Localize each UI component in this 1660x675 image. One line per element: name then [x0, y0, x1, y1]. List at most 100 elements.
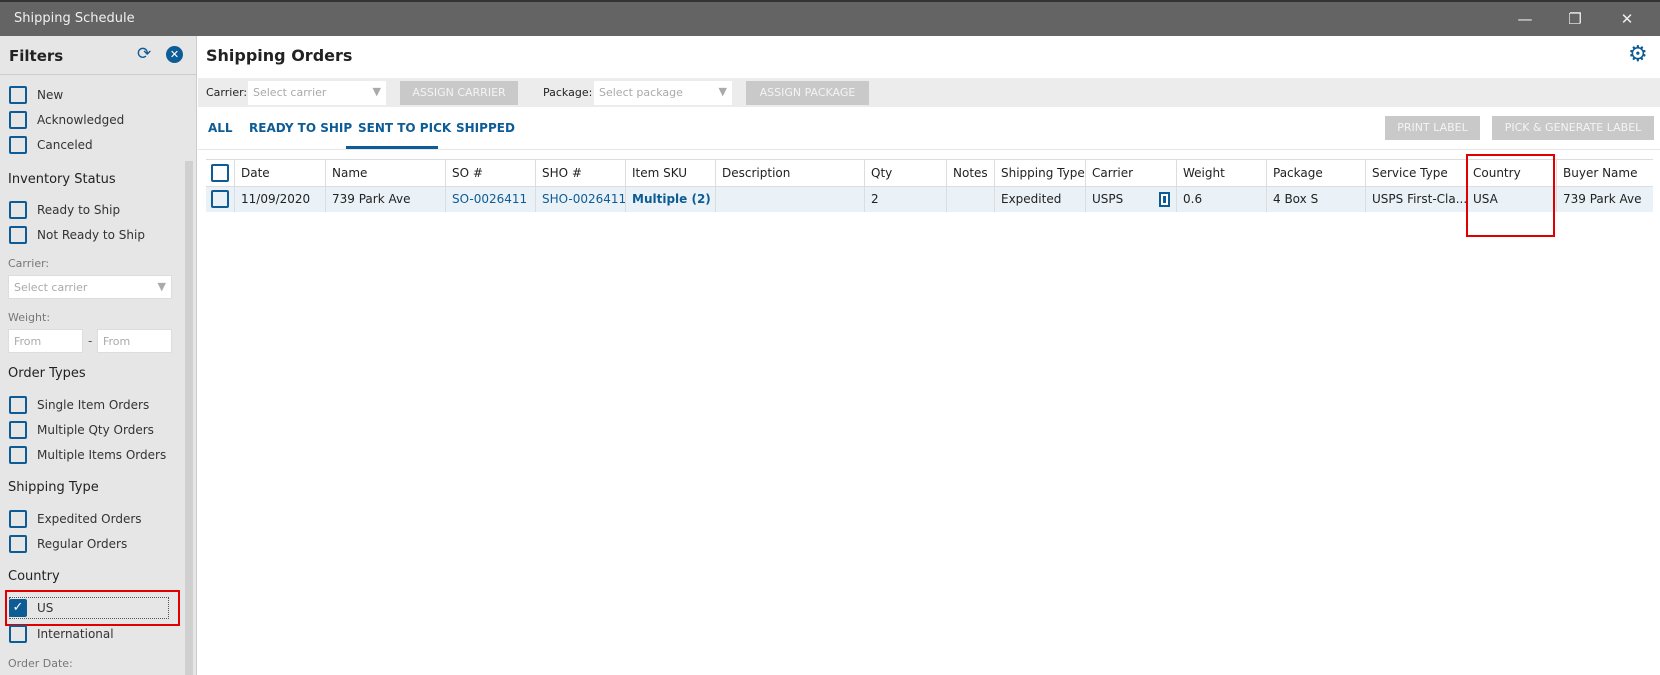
carrier-select[interactable]: Select carrier ▼ — [8, 275, 172, 299]
chevron-down-icon: ▼ — [157, 280, 166, 293]
assign-carrier-button[interactable]: ASSIGN CARRIER — [400, 81, 518, 105]
checkbox-expedited[interactable] — [9, 510, 27, 528]
cell-service-type: USPS First-Cla... — [1366, 187, 1467, 212]
column-header[interactable]: Item SKU — [626, 160, 716, 186]
page-title: Shipping Orders — [206, 46, 353, 65]
filter-label: US — [37, 601, 54, 615]
checkbox-canceled[interactable] — [9, 136, 27, 154]
order-date-label: Order Date: — [8, 657, 73, 670]
filter-label: Expedited Orders — [37, 512, 142, 526]
chevron-down-icon: ▼ — [372, 85, 381, 98]
checkbox-regular[interactable] — [9, 535, 27, 553]
tab-sent-to-pick[interactable]: SENT TO PICK — [358, 121, 451, 135]
filter-label: Ready to Ship — [37, 203, 121, 217]
gear-icon[interactable]: ⚙ — [1628, 42, 1648, 67]
carrier-label: Carrier: — [8, 257, 50, 270]
column-header[interactable]: Service Type — [1366, 160, 1467, 186]
checkbox-multiple-qty[interactable] — [9, 421, 27, 439]
tab-all[interactable]: ALL — [208, 121, 233, 135]
column-header[interactable]: Weight — [1177, 160, 1267, 186]
cell-package: 4 Box S — [1267, 187, 1366, 212]
column-header[interactable]: SO # — [446, 160, 536, 186]
minimize-button[interactable]: — — [1510, 10, 1540, 28]
weight-from-input[interactable]: From — [8, 329, 83, 353]
weight-label: Weight: — [8, 311, 51, 324]
carrier-placeholder: Select carrier — [253, 86, 327, 99]
so-link[interactable]: SO-0026411 — [446, 187, 536, 212]
section-title: Inventory Status — [8, 172, 116, 187]
column-header[interactable]: Notes — [947, 160, 995, 186]
cell-name: 739 Park Ave — [326, 187, 446, 212]
section-title: Order Types — [8, 366, 86, 381]
cell-shipping-type: Expedited — [995, 187, 1086, 212]
main-panel: Shipping Orders ⚙ Carrier: Select carrie… — [198, 36, 1660, 675]
clear-filters-icon[interactable]: ✕ — [166, 46, 183, 63]
sidebar-scrollbar[interactable] — [185, 161, 193, 675]
assign-package-button[interactable]: ASSIGN PACKAGE — [746, 81, 869, 105]
checkbox-multiple-items[interactable] — [9, 446, 27, 464]
carrier-placeholder: Select carrier — [14, 281, 88, 294]
section-title: Country — [8, 569, 60, 584]
column-header[interactable]: Date — [235, 160, 326, 186]
checkbox-ready-to-ship[interactable] — [9, 201, 27, 219]
close-button[interactable]: ✕ — [1612, 10, 1642, 28]
filter-label: Acknowledged — [37, 113, 125, 127]
checkbox-single-item[interactable] — [9, 396, 27, 414]
refresh-icon[interactable]: ⟳ — [137, 44, 151, 64]
checkbox-acknowledged[interactable] — [9, 111, 27, 129]
filter-label: International — [37, 627, 114, 641]
cell-weight: 0.6 — [1177, 187, 1267, 212]
toolbar: Carrier: Select carrier ▼ ASSIGN CARRIER … — [198, 78, 1660, 107]
chevron-down-icon: ▼ — [718, 85, 727, 98]
cell-date: 11/09/2020 — [235, 187, 326, 212]
filter-label: Multiple Qty Orders — [37, 423, 154, 437]
filter-label: Canceled — [37, 138, 93, 152]
filter-label: Single Item Orders — [37, 398, 150, 412]
checkbox-us-checked[interactable]: ✓ — [9, 599, 27, 617]
column-header[interactable]: Description — [716, 160, 865, 186]
column-header[interactable]: Carrier — [1086, 160, 1177, 186]
highlight-box — [1466, 154, 1555, 237]
column-header[interactable]: SHO # — [536, 160, 626, 186]
cell-notes — [947, 187, 995, 212]
tab-shipped[interactable]: SHIPPED — [456, 121, 515, 135]
package-select[interactable]: Select package ▼ — [594, 81, 732, 105]
table-header: Date Name SO # SHO # Item SKU Descriptio… — [206, 159, 1653, 187]
checkbox-international[interactable] — [9, 625, 27, 643]
section-title: Shipping Type — [8, 480, 99, 495]
carrier-label: Carrier: — [206, 86, 248, 99]
carrier-select[interactable]: Select carrier ▼ — [248, 81, 386, 105]
checkbox-not-ready[interactable] — [9, 226, 27, 244]
title-bar: Shipping Schedule — ❐ ✕ — [0, 0, 1660, 36]
row-checkbox[interactable] — [211, 190, 229, 208]
item-sku-link[interactable]: Multiple (2) — [626, 187, 716, 212]
carrier-label-icon[interactable] — [1159, 192, 1170, 207]
package-placeholder: Select package — [599, 86, 683, 99]
filter-label: New — [37, 88, 64, 102]
checkbox-new[interactable] — [9, 86, 27, 104]
print-label-button[interactable]: PRINT LABEL — [1385, 116, 1480, 140]
column-header[interactable]: Name — [326, 160, 446, 186]
column-header[interactable]: Shipping Type — [995, 160, 1086, 186]
tab-ready-to-ship[interactable]: READY TO SHIP — [249, 121, 352, 135]
package-label: Package: — [543, 86, 593, 99]
column-header[interactable]: Package — [1267, 160, 1366, 186]
weight-dash: - — [88, 334, 93, 348]
pick-generate-label-button[interactable]: PICK & GENERATE LABEL — [1492, 116, 1654, 140]
cell-qty: 2 — [865, 187, 947, 212]
weight-to-input[interactable]: From — [97, 329, 172, 353]
column-header[interactable]: Buyer Name — [1557, 160, 1653, 186]
filter-label: Not Ready to Ship — [37, 228, 145, 242]
filter-label: Multiple Items Orders — [37, 448, 167, 462]
filters-title: Filters — [9, 47, 64, 65]
cell-description — [716, 187, 865, 212]
focus-outline — [9, 597, 169, 619]
window-title: Shipping Schedule — [14, 11, 135, 26]
table-row[interactable]: 11/09/2020 739 Park Ave SO-0026411 SHO-0… — [206, 187, 1653, 212]
column-header[interactable]: Qty — [865, 160, 947, 186]
restore-button[interactable]: ❐ — [1560, 10, 1590, 28]
select-all-checkbox[interactable] — [211, 164, 229, 182]
cell-carrier: USPS — [1092, 192, 1124, 206]
cell-buyer-name: 739 Park Ave — [1563, 192, 1642, 206]
sho-link[interactable]: SHO-0026411 — [536, 187, 626, 212]
